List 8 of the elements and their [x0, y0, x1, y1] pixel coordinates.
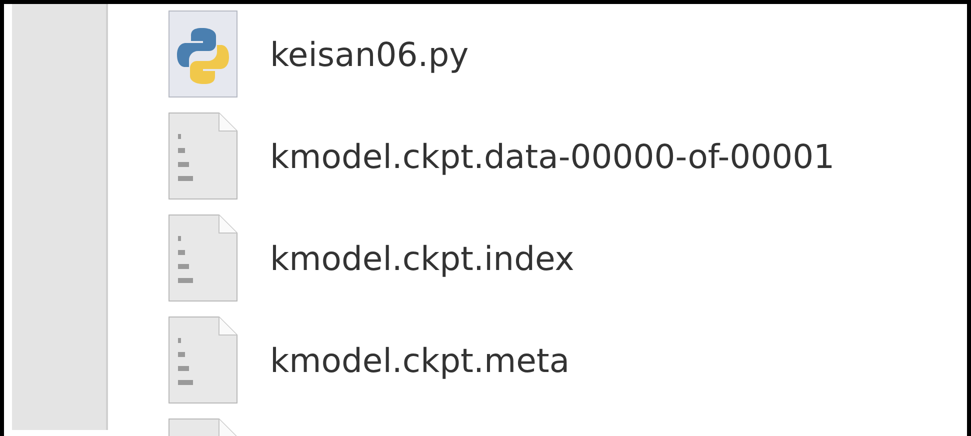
binary-file-icon[interactable]	[168, 214, 238, 302]
python-file-icon[interactable]	[168, 10, 238, 98]
binary-file-icon[interactable]	[168, 316, 238, 404]
file-name[interactable]: kmodel.ckpt.data-00000-of-00001	[270, 136, 835, 176]
binary-file-icon[interactable]	[168, 112, 238, 200]
file-name[interactable]: kmodel.ckpt.meta	[270, 340, 570, 380]
file-name[interactable]: kmodel.ckpt.index	[270, 238, 574, 278]
file-name[interactable]: keisan06.py	[270, 34, 469, 74]
